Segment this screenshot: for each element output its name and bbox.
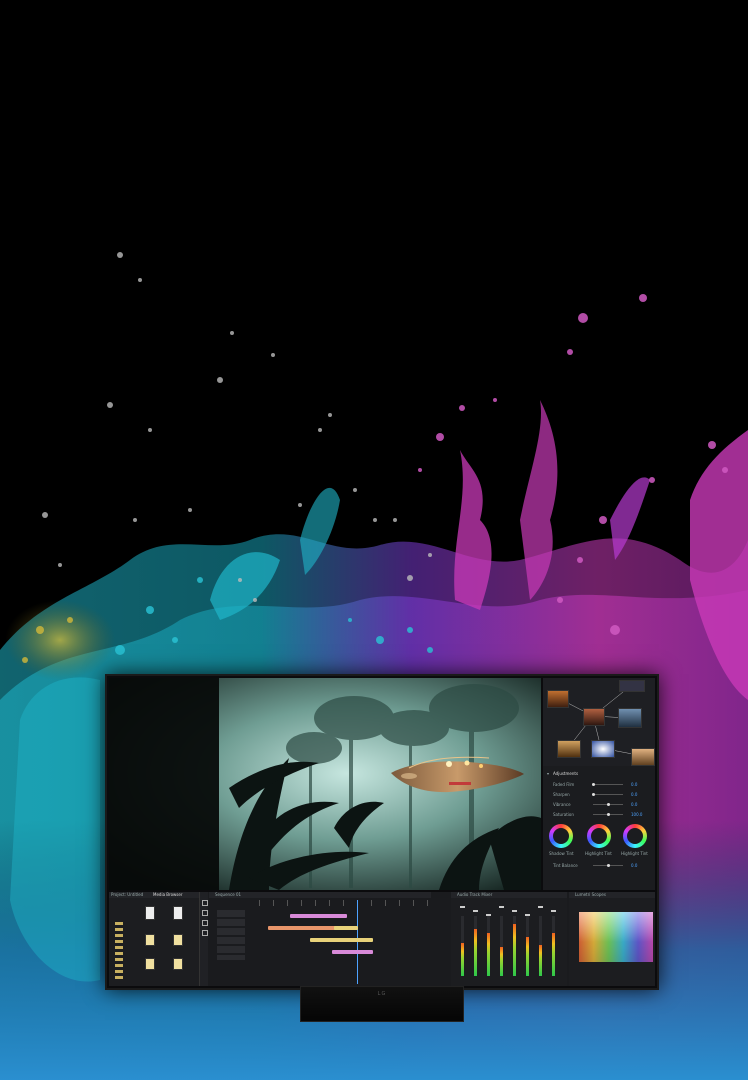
audio-level-meter [539,944,542,976]
razor-tool-icon[interactable] [202,910,208,916]
wheel-label: Highlight Tint [585,851,612,856]
tools-strip [200,892,208,986]
adjustment-value[interactable]: 100.0 [631,812,642,817]
node-graph [543,678,655,766]
adjustment-label: Faded Film [553,782,575,787]
node-thumbnail[interactable] [583,708,605,726]
slider-knob[interactable] [592,793,595,796]
adjustment-slider[interactable] [593,794,623,795]
volume-fader[interactable] [460,906,465,908]
volume-fader[interactable] [486,914,491,916]
node-thumbnail[interactable] [618,708,642,728]
audio-meters [451,900,567,986]
monitor-stand: LG [300,986,464,1022]
audio-level-meter [513,924,516,976]
adjustment-value[interactable]: 0.0 [631,802,637,807]
color-spectrum-overlay [579,912,653,962]
tab-project[interactable]: Project: Untitled [111,892,143,897]
audio-mixer-panel: Audio Track Mixer [451,892,567,986]
slider-knob[interactable] [607,813,610,816]
node-thumbnail[interactable] [547,690,569,708]
tab-timeline[interactable]: Sequence 01 [215,892,241,897]
brand-logo: LG [377,991,387,997]
highlight-tint-color-wheel[interactable] [587,824,611,848]
project-panel: Project: Untitled Media Browser [109,892,200,986]
media-item-icon[interactable] [173,934,183,946]
adjustment-label: Sharpen [553,792,570,797]
wheel-label: Shadow Tint [549,851,574,856]
highlight-tint-color-wheel[interactable] [623,824,647,848]
audio-level-meter [500,947,503,976]
audio-level-meter [474,929,477,976]
media-item-icon[interactable] [145,906,155,920]
expand-chevron-icon[interactable]: ▾ [547,771,549,776]
adjustment-label: Saturation [553,812,574,817]
selection-tool-icon[interactable] [202,900,208,906]
adjustment-value[interactable]: 0.0 [631,792,637,797]
hand-tool-icon[interactable] [202,920,208,926]
track-headers [217,910,245,960]
shadow-tint-color-wheel[interactable] [549,824,573,848]
node-thumbnail[interactable] [591,740,615,758]
adjustment-slider[interactable] [593,784,623,785]
audio-level-meter [487,932,490,976]
media-item-icon[interactable] [173,958,183,970]
audio-level-meter [461,943,464,976]
node-thumbnail[interactable] [557,740,581,758]
volume-fader[interactable] [473,910,478,912]
slider-knob[interactable] [607,803,610,806]
volume-fader[interactable] [551,910,556,912]
tint-balance-value[interactable]: 0.0 [631,863,637,868]
node-thumbnail[interactable] [631,748,655,766]
bottom-panels: Project: Untitled Media Browser Sequence… [109,892,655,986]
tab-lumetri-scopes[interactable]: Lumetri Scopes [575,892,606,897]
program-monitor-viewer[interactable] [109,678,541,890]
node-thumbnail[interactable] [619,680,645,692]
wheel-label: Highlight Tint [621,851,648,856]
adjustments-section: ▾ Adjustments Faded Film 0.0 Sharpen 0.0… [543,768,655,890]
slider-knob[interactable] [607,864,610,867]
tint-balance-label: Tint Balance [553,863,578,868]
volume-fader[interactable] [499,906,504,908]
monitor-screen: ▾ Adjustments Faded Film 0.0 Sharpen 0.0… [105,674,659,990]
tab-media-browser[interactable]: Media Browser [153,892,183,897]
timeline-clip[interactable] [332,950,373,954]
timeline-clip[interactable] [333,926,358,930]
audio-level-meter [526,937,529,976]
slider-knob[interactable] [592,783,595,786]
timeline-clips [259,908,429,968]
adjustment-value[interactable]: 0.0 [631,782,637,787]
volume-fader[interactable] [538,906,543,908]
audio-level-meter [552,932,555,976]
adjustment-label: Vibrance [553,802,571,807]
timeline-clip[interactable] [267,926,336,930]
text-tool-icon[interactable] [202,930,208,936]
media-item-icon[interactable] [173,906,183,920]
lumetri-scopes-panel: Lumetri Scopes [569,892,655,986]
timeline-ruler[interactable] [259,900,429,906]
timeline-clip[interactable] [289,914,348,918]
volume-fader[interactable] [525,914,530,916]
adjustments-header: Adjustments [553,771,579,776]
jungle-spaceship-frame [109,678,541,890]
folder-list [111,902,133,982]
media-item-icon[interactable] [145,934,155,946]
right-side-panel: ▾ Adjustments Faded Film 0.0 Sharpen 0.0… [543,678,655,890]
media-item-icon[interactable] [145,958,155,970]
timeline-panel[interactable]: Sequence 01 [209,892,431,986]
timeline-clip[interactable] [310,938,373,942]
tab-audio-mixer[interactable]: Audio Track Mixer [457,892,492,897]
volume-fader[interactable] [512,910,517,912]
